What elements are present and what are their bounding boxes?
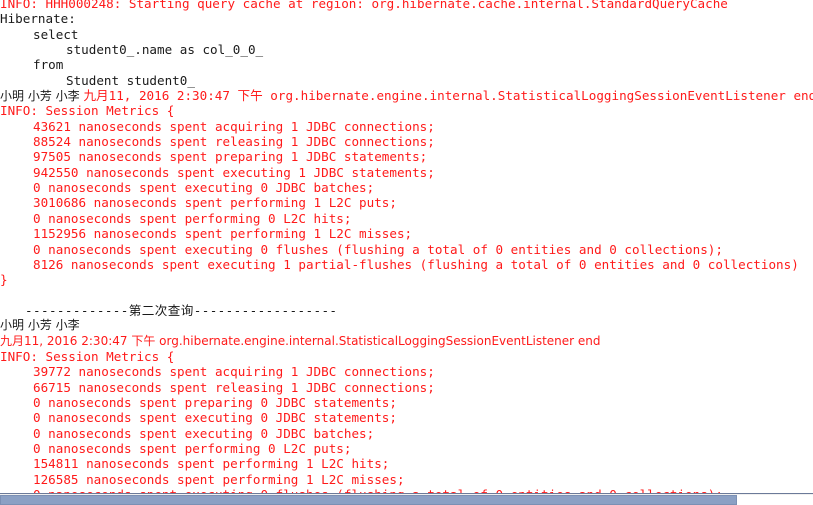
- console-line: INFO: Session Metrics {: [0, 103, 175, 119]
- horizontal-scroll-track[interactable]: [737, 495, 813, 505]
- console-line: INFO: HHH000248: Starting query cache at…: [0, 0, 728, 11]
- console-line: INFO: Session Metrics {: [0, 348, 175, 364]
- console-log-lines: INFO: HHH000248: Starting query cache at…: [0, 0, 813, 493]
- console-line: 3010686 nanoseconds spent performing 1 L…: [33, 195, 397, 211]
- query-result-names: 小明 小芳 小李: [0, 89, 84, 104]
- console-line: 126585 nanoseconds spent performing 1 L2…: [33, 471, 405, 487]
- console-line: from: [33, 57, 64, 73]
- console-line: 43621 nanoseconds spent acquiring 1 JDBC…: [33, 118, 435, 134]
- console-line-mixed: 小明 小芳 小李 九月11, 2016 2:30:47 下午 org.hiber…: [0, 88, 813, 103]
- console-line: 1152956 nanoseconds spent performing 1 L…: [33, 226, 413, 242]
- console-line: 0 nanoseconds spent performing 0 L2C put…: [33, 440, 352, 456]
- console-line: 0 nanoseconds spent performing 0 L2C hit…: [33, 210, 352, 226]
- separator-line: -------------第二次查询------------------: [25, 302, 338, 318]
- console-line: 8126 nanoseconds spent executing 1 parti…: [33, 256, 799, 272]
- console-line: 0 nanoseconds spent executing 0 JDBC bat…: [33, 180, 375, 196]
- console-line: 0 nanoseconds spent executing 0 JDBC sta…: [33, 410, 397, 426]
- console-line: 88524 nanoseconds spent releasing 1 JDBC…: [33, 134, 435, 150]
- console-output-panel[interactable]: INFO: HHH000248: Starting query cache at…: [0, 0, 813, 493]
- console-line: 154811 nanoseconds spent performing 1 L2…: [33, 456, 390, 472]
- console-line: 942550 nanoseconds spent executing 1 JDB…: [33, 164, 435, 180]
- console-line: Student student0_: [66, 72, 195, 88]
- console-line: 0 nanoseconds spent executing 0 JDBC bat…: [33, 425, 375, 441]
- console-line: 小明 小芳 小李: [0, 318, 84, 333]
- console-line: 0 nanoseconds spent preparing 0 JDBC sta…: [33, 394, 397, 410]
- log-timestamp-and-logger: 九月11, 2016 2:30:47 下午 org.hibernate.engi…: [83, 88, 813, 104]
- console-line: 97505 nanoseconds spent preparing 1 JDBC…: [33, 149, 428, 165]
- horizontal-scroll-thumb[interactable]: [0, 495, 737, 505]
- console-line: 66715 nanoseconds spent releasing 1 JDBC…: [33, 379, 435, 395]
- console-line: 九月11, 2016 2:30:47 下午 org.hibernate.engi…: [0, 333, 601, 348]
- horizontal-scrollbar[interactable]: [0, 493, 813, 505]
- console-line: Hibernate:: [0, 11, 84, 27]
- console-line: student0_.name as col_0_0_: [66, 42, 264, 58]
- console-line: 0 nanoseconds spent executing 0 flushes …: [33, 241, 723, 257]
- console-line: select: [33, 26, 79, 42]
- console-line: }: [0, 272, 8, 288]
- console-line: 39772 nanoseconds spent acquiring 1 JDBC…: [33, 364, 435, 380]
